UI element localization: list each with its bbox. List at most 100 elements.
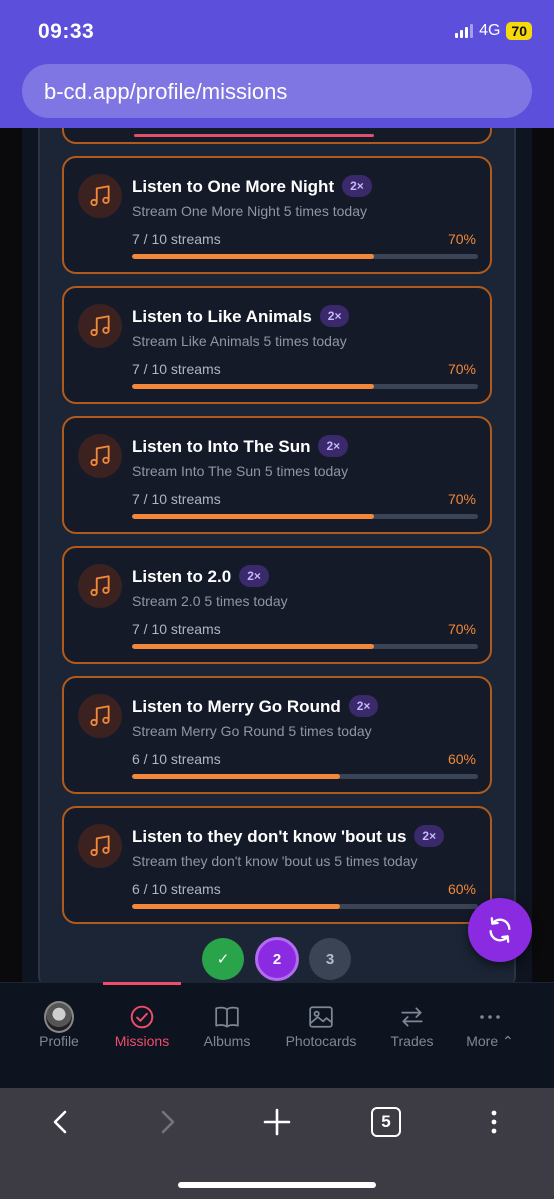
nav-albums[interactable]: Albums bbox=[187, 983, 267, 1063]
mission-card[interactable]: Listen to Into The Sun 2× Stream Into The … bbox=[62, 416, 492, 534]
progress-fill bbox=[132, 514, 375, 519]
refresh-icon bbox=[489, 917, 511, 943]
page-2-button[interactable]: 2 bbox=[255, 937, 299, 981]
mission-progress-text: 7 / 10 streams bbox=[132, 361, 221, 377]
mission-title: Listen to they don't know 'bout us 2× bbox=[132, 825, 445, 847]
progress-fill bbox=[132, 384, 375, 389]
page-3-button[interactable]: 3 bbox=[309, 938, 351, 980]
nav-missions-label: Missions bbox=[114, 1033, 170, 1049]
mission-card[interactable]: Listen to they don't know 'bout us 2× Stre… bbox=[62, 806, 492, 924]
progress-track bbox=[132, 644, 478, 649]
mission-percent: 70% bbox=[447, 621, 476, 637]
mission-description: Stream Into The Sun 5 times today bbox=[132, 463, 349, 479]
signal-icon bbox=[455, 24, 474, 38]
mission-progress-text: 6 / 10 streams bbox=[132, 751, 221, 767]
nav-more-label: More ⌃ bbox=[466, 1033, 514, 1049]
status-time: 09:33 bbox=[38, 20, 95, 43]
progress-track bbox=[132, 774, 478, 779]
ellipsis-icon bbox=[475, 1003, 505, 1031]
mission-title: Listen to Merry Go Round 2× bbox=[132, 695, 379, 717]
tab-count: 5 bbox=[371, 1107, 401, 1137]
nav-profile-label: Profile bbox=[39, 1033, 79, 1049]
mission-percent: 60% bbox=[447, 881, 476, 897]
refresh-button[interactable] bbox=[468, 898, 532, 962]
progress-track bbox=[132, 904, 478, 909]
mission-description: Stream Like Animals 5 times today bbox=[132, 333, 347, 349]
mission-percent: 60% bbox=[447, 751, 476, 767]
swap-icon bbox=[397, 1003, 427, 1031]
progress-fill bbox=[132, 774, 340, 779]
multiplier-badge: 2× bbox=[239, 565, 269, 587]
mission-description: Stream 2.0 5 times today bbox=[132, 593, 288, 609]
avatar bbox=[44, 1001, 74, 1033]
mission-progress-text: 7 / 10 streams bbox=[132, 491, 221, 507]
previous-mission-card[interactable] bbox=[62, 128, 492, 144]
mission-percent: 70% bbox=[447, 231, 476, 247]
mission-percent: 70% bbox=[447, 491, 476, 507]
chevron-right-icon bbox=[161, 1110, 175, 1134]
home-indicator bbox=[178, 1182, 376, 1188]
new-tab-button[interactable] bbox=[257, 1102, 297, 1142]
multiplier-badge: 2× bbox=[414, 825, 445, 847]
multiplier-badge: 2× bbox=[319, 305, 350, 327]
nav-profile[interactable]: Profile bbox=[19, 983, 99, 1063]
previous-progress-bar bbox=[134, 134, 374, 137]
tabs-button[interactable]: 5 bbox=[366, 1102, 406, 1142]
back-button[interactable] bbox=[40, 1102, 80, 1142]
mission-title: Listen to One More Night 2× bbox=[132, 175, 372, 197]
mission-card[interactable]: Listen to One More Night 2× Stream One Mor… bbox=[62, 156, 492, 274]
nav-photocards[interactable]: Photocards bbox=[275, 983, 367, 1063]
nav-more[interactable]: More ⌃ bbox=[450, 983, 530, 1063]
multiplier-badge: 2× bbox=[348, 695, 379, 717]
progress-track bbox=[132, 384, 478, 389]
image-icon bbox=[306, 1003, 336, 1031]
status-indicators: 4G 70 bbox=[455, 22, 532, 40]
mission-description: Stream One More Night 5 times today bbox=[132, 203, 367, 219]
mission-progress-text: 7 / 10 streams bbox=[132, 621, 221, 637]
battery-icon: 70 bbox=[506, 22, 532, 40]
music-note-icon bbox=[78, 824, 122, 868]
progress-fill bbox=[132, 644, 375, 649]
forward-button[interactable] bbox=[148, 1102, 188, 1142]
progress-fill bbox=[132, 254, 375, 259]
nav-trades-label: Trades bbox=[390, 1033, 434, 1049]
progress-track bbox=[132, 514, 478, 519]
mission-percent: 70% bbox=[447, 361, 476, 377]
address-bar[interactable]: b-cd.app/profile/missions bbox=[22, 64, 532, 118]
music-note-icon bbox=[78, 564, 122, 608]
chevron-left-icon bbox=[53, 1110, 67, 1134]
mission-progress-text: 6 / 10 streams bbox=[132, 881, 221, 897]
nav-trades[interactable]: Trades bbox=[372, 983, 452, 1063]
network-type: 4G bbox=[479, 22, 501, 39]
progress-fill bbox=[132, 904, 340, 909]
page-1-button[interactable]: ✓ bbox=[202, 938, 244, 980]
music-note-icon bbox=[78, 174, 122, 218]
check-circle-icon bbox=[127, 1003, 157, 1031]
mission-description: Stream they don't know 'bout us 5 times … bbox=[132, 853, 418, 869]
multiplier-badge: 2× bbox=[342, 175, 372, 197]
nav-photocards-label: Photocards bbox=[285, 1033, 357, 1049]
mission-card[interactable]: Listen to 2.0 2× Stream 2.0 5 times today 7… bbox=[62, 546, 492, 664]
nav-albums-label: Albums bbox=[203, 1033, 251, 1049]
mission-card[interactable]: Listen to Merry Go Round 2× Stream Merry G… bbox=[62, 676, 492, 794]
vertical-ellipsis-icon bbox=[491, 1110, 497, 1134]
multiplier-badge: 2× bbox=[318, 435, 349, 457]
plus-icon bbox=[263, 1108, 291, 1136]
bottom-navigation: Profile Missions Albums Photocards Trade… bbox=[0, 982, 554, 1088]
nav-missions[interactable]: Missions bbox=[102, 983, 182, 1063]
mission-title: Listen to Like Animals 2× bbox=[132, 305, 350, 327]
browser-header: 09:33 4G 70 b-cd.app/profile/missions bbox=[0, 0, 554, 128]
mission-progress-text: 7 / 10 streams bbox=[132, 231, 221, 247]
music-note-icon bbox=[78, 434, 122, 478]
mission-title: Listen to Into The Sun 2× bbox=[132, 435, 349, 457]
progress-track bbox=[132, 254, 478, 259]
menu-button[interactable] bbox=[474, 1102, 514, 1142]
url-text[interactable]: b-cd.app/profile/missions bbox=[44, 79, 287, 105]
mission-description: Stream Merry Go Round 5 times today bbox=[132, 723, 372, 739]
chevron-up-icon: ⌃ bbox=[502, 1033, 514, 1049]
mission-card[interactable]: Listen to Like Animals 2× Stream Like Anim… bbox=[62, 286, 492, 404]
page-content: Listen to One More Night 2× Stream One Mor… bbox=[0, 128, 554, 982]
mission-title: Listen to 2.0 2× bbox=[132, 565, 269, 587]
browser-toolbar: 5 bbox=[0, 1088, 554, 1199]
music-note-icon bbox=[78, 304, 122, 348]
